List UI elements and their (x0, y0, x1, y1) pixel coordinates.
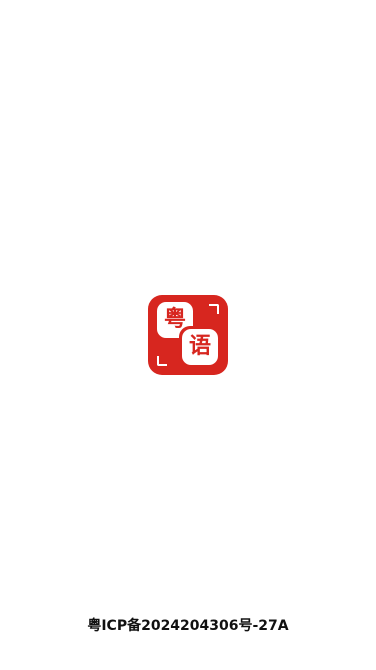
logo-corner-top-right (209, 304, 219, 314)
logo-corner-bottom-left (157, 356, 167, 366)
logo-char-bottom: 语 (182, 329, 218, 365)
splash-screen: 粤 语 粤ICP备2024204306号-27A (0, 0, 376, 670)
icp-registration-text: 粤ICP备2024204306号-27A (87, 618, 289, 634)
app-logo: 粤 语 (148, 295, 228, 375)
